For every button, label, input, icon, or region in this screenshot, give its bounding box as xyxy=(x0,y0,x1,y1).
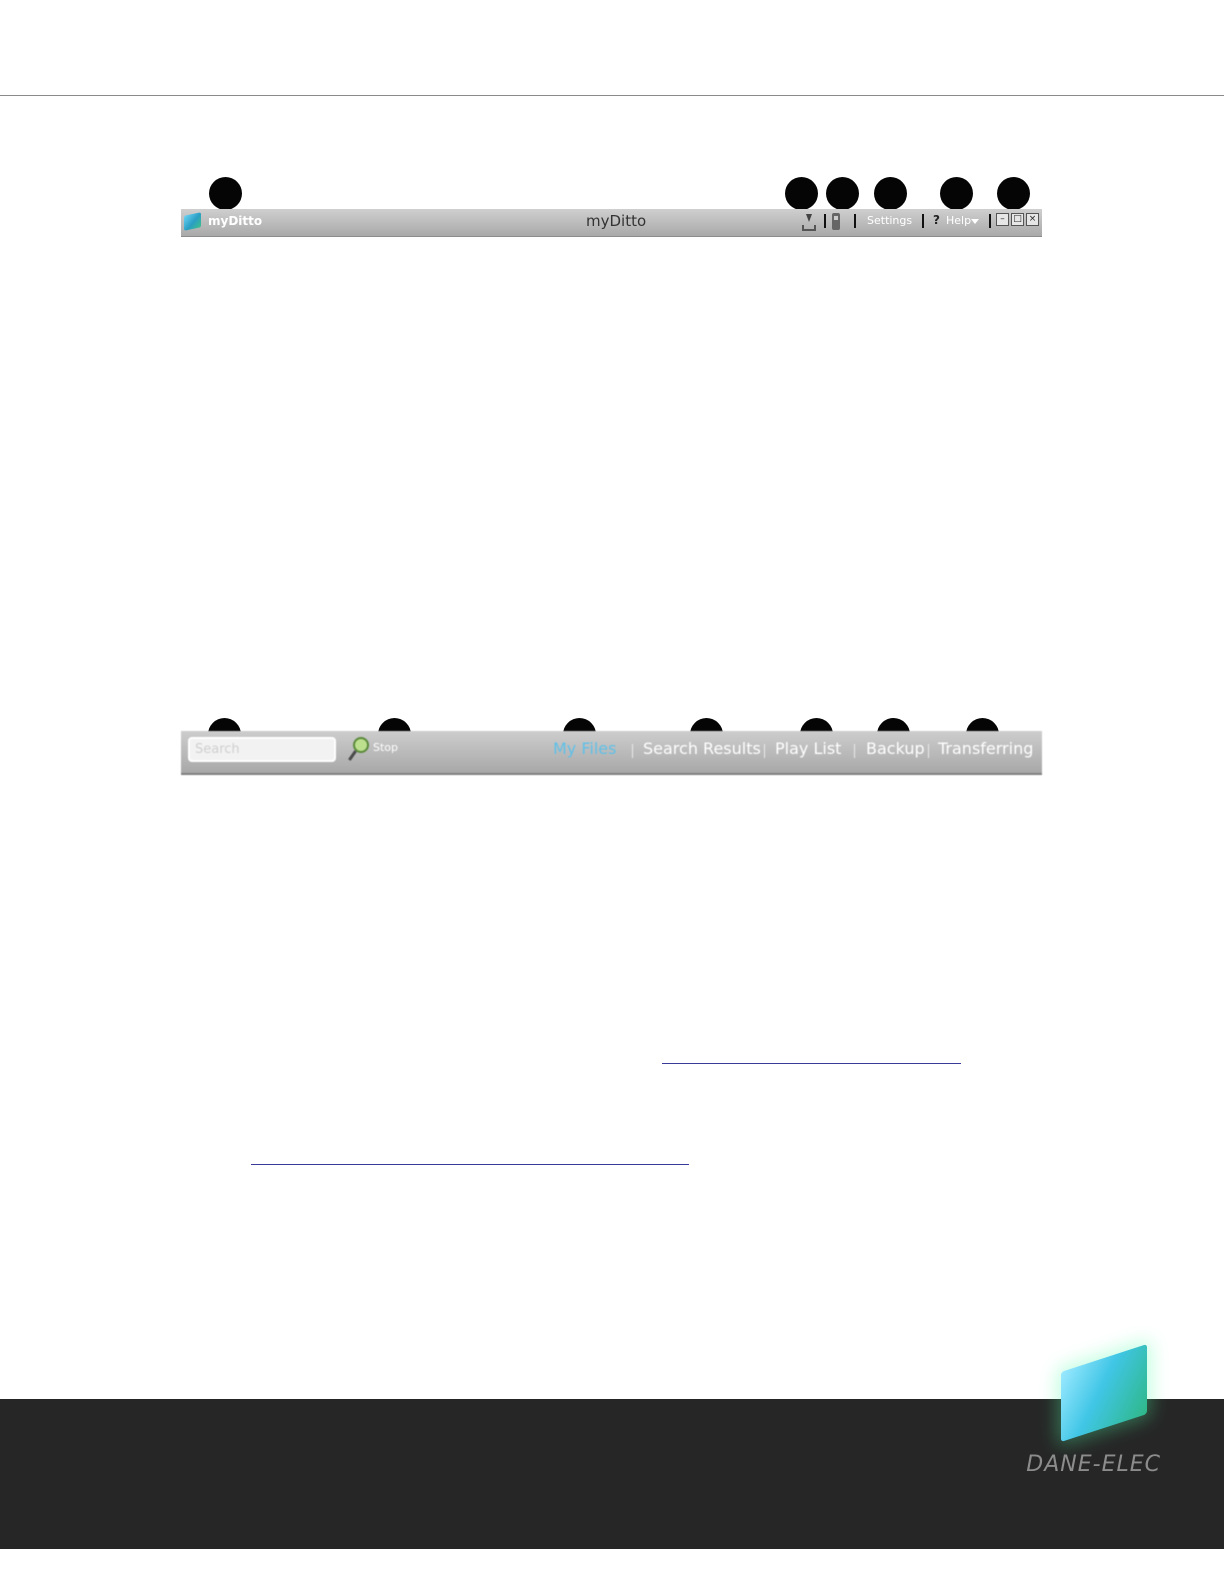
tab-separator xyxy=(764,744,765,758)
callout-marker xyxy=(940,177,973,210)
brand-logo: DANE-ELEC xyxy=(995,1344,1185,1510)
app-logo-icon xyxy=(184,212,201,231)
maximize-button[interactable]: □ xyxy=(1011,213,1024,226)
app-title-bar: myDitto myDitto Settings ? Help – □ × xyxy=(181,209,1042,237)
callout-marker xyxy=(785,177,818,210)
device-icon[interactable] xyxy=(831,213,841,231)
app-name: myDitto xyxy=(208,214,263,228)
callout-marker xyxy=(209,177,242,210)
main-tab-bar: Stop My Files Search Results Play List B… xyxy=(181,731,1042,775)
hyperlink-underline[interactable] xyxy=(251,1164,689,1165)
tab-transferring[interactable]: Transferring xyxy=(938,739,1033,758)
tab-play-list[interactable]: Play List xyxy=(775,739,841,758)
separator xyxy=(854,214,856,228)
tab-separator xyxy=(854,744,855,758)
callout-marker xyxy=(826,177,859,210)
tab-search-results[interactable]: Search Results xyxy=(643,739,761,758)
separator xyxy=(824,214,826,228)
tab-my-files[interactable]: My Files xyxy=(553,739,616,758)
window-title: myDitto xyxy=(586,212,647,230)
search-icon[interactable] xyxy=(348,737,370,763)
separator xyxy=(989,214,991,228)
stop-button[interactable]: Stop xyxy=(373,741,398,754)
callout-marker xyxy=(997,177,1030,210)
minimize-button[interactable]: – xyxy=(996,213,1009,226)
brand-name: DANE-ELEC xyxy=(1026,1452,1161,1477)
header-rule xyxy=(0,95,1224,96)
callout-marker xyxy=(874,177,907,210)
chevron-down-icon[interactable] xyxy=(971,219,979,224)
help-icon[interactable]: ? xyxy=(933,213,940,227)
brand-mark-icon xyxy=(1061,1344,1147,1442)
tab-separator xyxy=(928,744,929,758)
tab-backup[interactable]: Backup xyxy=(866,739,925,758)
settings-button[interactable]: Settings xyxy=(867,214,912,227)
separator xyxy=(922,214,924,228)
tab-separator xyxy=(632,744,633,758)
help-menu-button[interactable]: Help xyxy=(946,214,971,227)
hyperlink-underline[interactable] xyxy=(662,1063,961,1064)
download-icon[interactable] xyxy=(802,213,816,231)
search-input[interactable] xyxy=(188,737,336,762)
close-button[interactable]: × xyxy=(1026,213,1039,226)
